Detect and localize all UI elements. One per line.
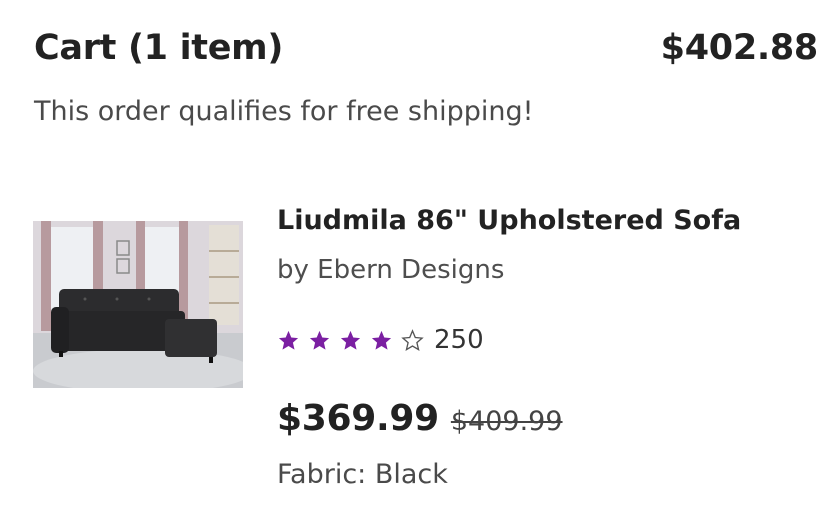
product-name-link[interactable]: Liudmila 86" Upholstered Sofa bbox=[277, 205, 741, 236]
sofa-icon bbox=[33, 221, 243, 388]
original-price: $409.99 bbox=[450, 406, 563, 437]
product-rating[interactable]: 250 bbox=[277, 325, 484, 355]
cart-total: $402.88 bbox=[660, 28, 819, 68]
star-filled-icon bbox=[309, 330, 330, 350]
star-empty-icon bbox=[401, 328, 424, 351]
cart-title: Cart (1 item) bbox=[34, 28, 284, 68]
free-shipping-message: This order qualifies for free shipping! bbox=[34, 96, 534, 127]
review-count: 250 bbox=[434, 325, 484, 355]
product-brand[interactable]: by Ebern Designs bbox=[277, 255, 504, 285]
star-filled-icon bbox=[371, 330, 392, 350]
star-filled-icon bbox=[340, 330, 361, 350]
product-image[interactable] bbox=[33, 221, 243, 388]
sale-price: $369.99 bbox=[277, 398, 439, 439]
price-row: $369.99 $409.99 bbox=[277, 398, 563, 439]
product-variant: Fabric: Black bbox=[277, 459, 448, 490]
star-filled-icon bbox=[278, 330, 299, 350]
